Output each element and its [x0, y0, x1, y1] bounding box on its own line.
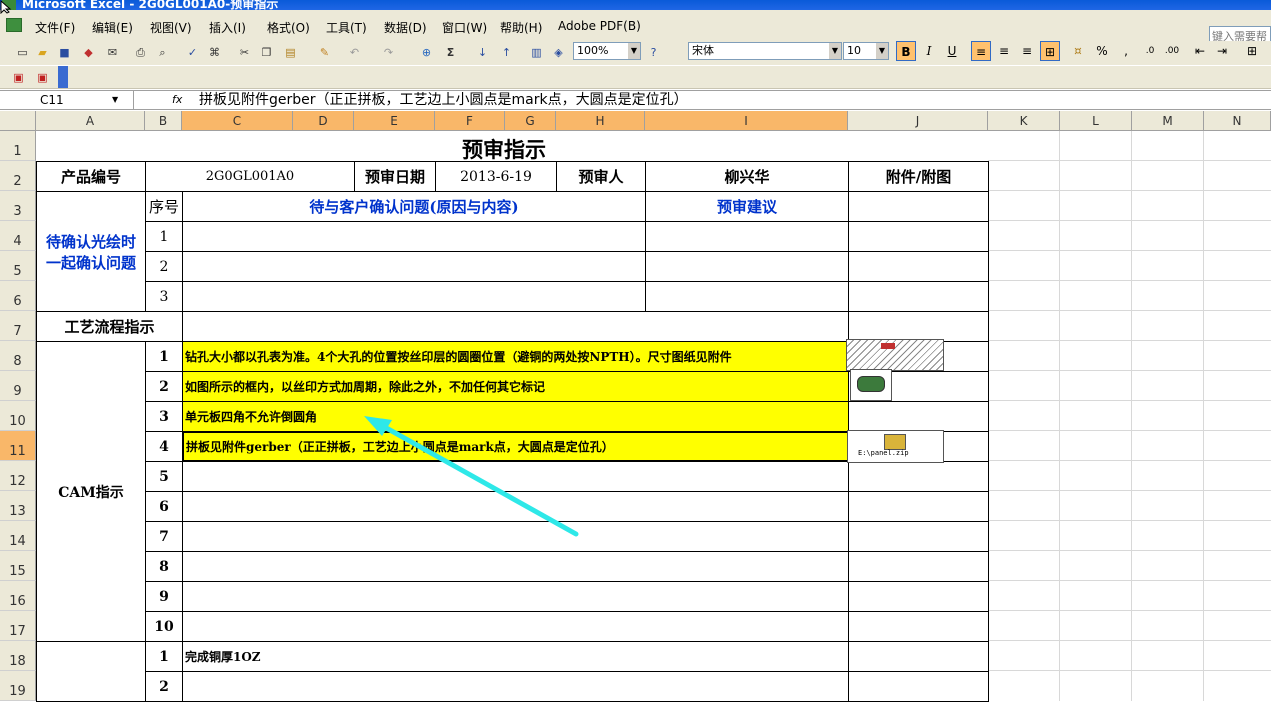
new-icon[interactable]: ▭	[14, 44, 31, 61]
help-icon[interactable]: ?	[645, 44, 662, 61]
bold-button[interactable]: B	[896, 41, 916, 61]
font-size-select[interactable]: 10 ▼	[843, 42, 889, 60]
cut-icon[interactable]: ✂	[236, 44, 253, 61]
increase-decimal-icon[interactable]: .0	[1140, 41, 1160, 61]
chevron-down-icon: ▼	[876, 43, 888, 59]
borders-icon[interactable]: ⊞	[1242, 41, 1262, 61]
zoom-value: 100%	[577, 44, 609, 57]
chevron-down-icon: ▼	[628, 43, 640, 59]
convert-to-pdf-icon[interactable]: ▣	[10, 69, 27, 86]
autosum-icon[interactable]: Σ	[442, 44, 459, 61]
name-box-value: C11	[40, 93, 64, 107]
convert-and-email-icon[interactable]: ▣	[34, 69, 51, 86]
name-box[interactable]: C11 ▼	[0, 91, 134, 109]
menu-insert[interactable]: 插入(I)	[209, 19, 246, 36]
print-preview-icon[interactable]: ⌕	[154, 44, 171, 61]
align-center-icon[interactable]: ≡	[994, 41, 1014, 61]
undo-icon[interactable]: ↶	[346, 44, 363, 61]
font-size-value: 10	[847, 44, 861, 57]
paste-icon[interactable]: ▤	[282, 44, 299, 61]
save-icon[interactable]: ■	[56, 44, 73, 61]
merge-center-icon[interactable]: ⊞	[1040, 41, 1060, 61]
hyperlink-icon[interactable]: ⊕	[418, 44, 435, 61]
worksheet-grid[interactable]: A B C D E F G H I J K L M N 1 2 3 4 5 6 …	[0, 111, 1271, 702]
window-title: Microsoft Excel - 2G0GL001A0-预审指示	[22, 0, 279, 10]
menu-data[interactable]: 数据(D)	[384, 19, 427, 36]
print-icon[interactable]: ⎙	[132, 44, 149, 61]
title-bar: Microsoft Excel - 2G0GL001A0-预审指示	[0, 0, 1271, 10]
research-icon[interactable]: ⌘	[206, 44, 223, 61]
menu-view[interactable]: 视图(V)	[150, 19, 192, 36]
menu-format[interactable]: 格式(O)	[267, 19, 310, 36]
currency-icon[interactable]: ¤	[1068, 41, 1088, 61]
increase-indent-icon[interactable]: ⇥	[1212, 41, 1232, 61]
email-icon[interactable]: ✉	[104, 44, 121, 61]
percent-button[interactable]: %	[1092, 41, 1112, 61]
spelling-icon[interactable]: ✓	[184, 44, 201, 61]
copy-icon[interactable]: ❐	[258, 44, 275, 61]
italic-button[interactable]: I	[919, 41, 939, 61]
underline-button[interactable]: U	[942, 41, 962, 61]
excel-menu-icon[interactable]	[6, 18, 22, 32]
zoom-select[interactable]: 100% ▼	[573, 42, 641, 60]
redo-icon[interactable]: ↷	[380, 44, 397, 61]
font-name-value: 宋体	[692, 44, 714, 57]
menu-tools[interactable]: 工具(T)	[326, 19, 367, 36]
chevron-down-icon: ▼	[829, 43, 841, 59]
sort-ascending-icon[interactable]: ↓	[474, 44, 491, 61]
insert-function-icon[interactable]: fx	[172, 91, 188, 109]
toolbar-options-handle[interactable]	[58, 66, 68, 88]
chevron-down-icon[interactable]: ▼	[112, 91, 118, 109]
align-left-icon[interactable]: ≡	[971, 41, 991, 61]
comma-button[interactable]: ,	[1116, 41, 1136, 61]
align-right-icon[interactable]: ≡	[1017, 41, 1037, 61]
formula-bar: C11 ▼ fx 拼板见附件gerber（正正拼板，工艺边上小圆点是mark点，…	[0, 90, 1271, 110]
font-name-select[interactable]: 宋体 ▼	[688, 42, 842, 60]
permission-icon[interactable]: ◆	[80, 44, 97, 61]
chart-wizard-icon[interactable]: ▥	[528, 44, 545, 61]
menu-adobe-pdf[interactable]: Adobe PDF(B)	[558, 19, 641, 33]
sort-descending-icon[interactable]: ↑	[498, 44, 515, 61]
mouse-cursor-icon	[0, 0, 12, 14]
menu-bar: 文件(F) 编辑(E) 视图(V) 插入(I) 格式(O) 工具(T) 数据(D…	[0, 10, 1271, 44]
decrease-decimal-icon[interactable]: .00	[1162, 41, 1182, 61]
menu-edit[interactable]: 编辑(E)	[92, 19, 133, 36]
pdf-toolbar: ▣ ▣	[0, 66, 1271, 89]
formula-input[interactable]: 拼板见附件gerber（正正拼板，工艺边上小圆点是mark点，大圆点是定位孔）	[199, 91, 688, 109]
open-icon[interactable]: ▰	[34, 44, 51, 61]
menu-help[interactable]: 帮助(H)	[500, 19, 542, 36]
menu-window[interactable]: 窗口(W)	[442, 19, 487, 36]
annotation-arrow	[364, 416, 579, 537]
menu-file[interactable]: 文件(F)	[35, 19, 75, 36]
format-painter-icon[interactable]: ✎	[316, 44, 333, 61]
drawing-icon[interactable]: ◈	[550, 44, 567, 61]
decrease-indent-icon[interactable]: ⇤	[1190, 41, 1210, 61]
